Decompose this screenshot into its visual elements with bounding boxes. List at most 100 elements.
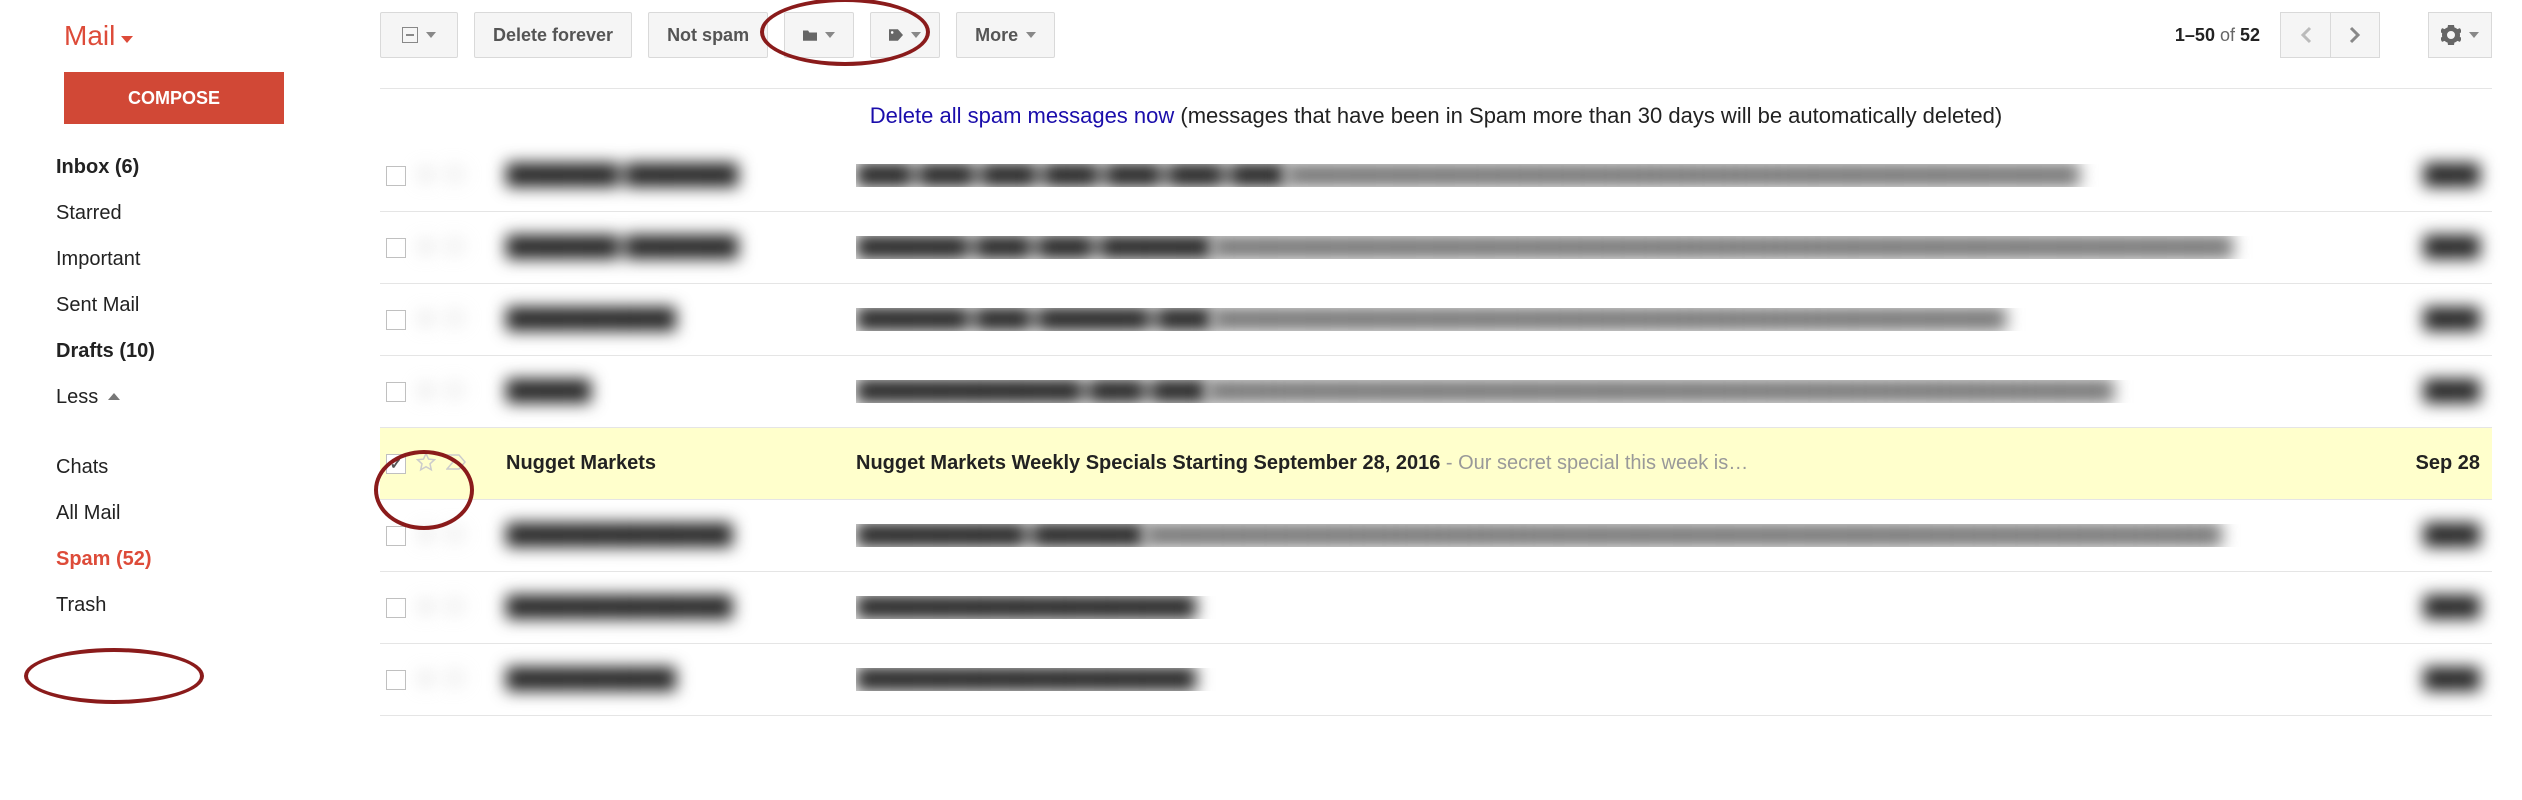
settings-button[interactable]	[2428, 12, 2492, 58]
importance-icon[interactable]	[446, 454, 466, 473]
nav-allmail[interactable]: All Mail	[0, 490, 240, 536]
nav-list: Inbox (6) Starred Important Sent Mail Dr…	[0, 144, 240, 628]
message-row[interactable]: ████████████████████████████ ███████████…	[380, 500, 2492, 572]
message-subject: ████████████████████████	[856, 596, 2370, 619]
message-sender: Nugget Markets	[506, 452, 856, 475]
message-sender: ████████████████	[506, 596, 856, 619]
more-button[interactable]: More	[956, 12, 1055, 58]
message-subject: ████████ ████ ████ █████████████████████…	[856, 236, 2370, 259]
importance-icon[interactable]	[446, 598, 466, 617]
message-date: ████	[2370, 668, 2480, 691]
nav-less-label: Less	[56, 386, 98, 408]
star-icon[interactable]	[416, 452, 436, 475]
row-checkbox[interactable]	[386, 526, 406, 546]
page-of: of	[2215, 25, 2240, 45]
caret-down-icon	[1026, 32, 1036, 38]
caret-down-icon	[121, 36, 133, 43]
nav-drafts[interactable]: Drafts (10)	[0, 328, 240, 374]
star-icon[interactable]	[416, 668, 436, 691]
sidebar: Mail COMPOSE Inbox (6) Starred Important…	[0, 0, 240, 628]
row-checkbox[interactable]	[386, 238, 406, 258]
compose-button[interactable]: COMPOSE	[64, 72, 284, 124]
message-row[interactable]: ████████████████████ ████ ████████ █████…	[380, 284, 2492, 356]
nav-inbox[interactable]: Inbox (6)	[0, 144, 240, 190]
caret-down-icon	[2469, 32, 2479, 38]
banner-text: (messages that have been in Spam more th…	[1174, 103, 2002, 128]
message-sender: ████████████	[506, 668, 856, 691]
message-list: ████████ ████████ ████ ████ ████ ████ ███…	[380, 140, 2492, 716]
importance-icon[interactable]	[446, 670, 466, 689]
move-to-button[interactable]	[784, 12, 854, 58]
message-date: ████	[2370, 164, 2480, 187]
message-row[interactable]: ████████████████████████████████████████…	[380, 572, 2492, 644]
pagination: 1–50 of 52	[2175, 12, 2492, 58]
message-row[interactable]: ████████ ████████████ ████ ████ ████ ███…	[380, 140, 2492, 212]
star-icon[interactable]	[416, 596, 436, 619]
importance-icon[interactable]	[446, 310, 466, 329]
message-row[interactable]: Nugget MarketsNugget Markets Weekly Spec…	[380, 428, 2492, 500]
page-count: 1–50 of 52	[2175, 25, 2260, 46]
annotation-oval	[24, 648, 204, 704]
page-range: 1–50	[2175, 25, 2215, 45]
prev-page-button[interactable]	[2280, 12, 2330, 58]
message-sender: ████████ ████████	[506, 236, 856, 259]
more-label: More	[975, 25, 1018, 46]
nav-less[interactable]: Less	[0, 374, 240, 420]
message-sender: ██████	[506, 380, 856, 403]
star-icon[interactable]	[416, 524, 436, 547]
message-date: ████	[2370, 380, 2480, 403]
select-indeterminate-icon	[402, 27, 418, 43]
message-subject: ████████ ████ ████████ █████████████████…	[856, 308, 2370, 331]
message-row[interactable]: ██████████████████████ ████ ████████████…	[380, 356, 2492, 428]
message-sender: ████████████████	[506, 524, 856, 547]
gear-icon	[2441, 25, 2461, 45]
spam-banner: Delete all spam messages now (messages t…	[380, 88, 2492, 129]
star-icon[interactable]	[416, 380, 436, 403]
next-page-button[interactable]	[2330, 12, 2380, 58]
page-total: 52	[2240, 25, 2260, 45]
star-icon[interactable]	[416, 164, 436, 187]
chevron-right-icon	[2349, 26, 2361, 44]
toolbar: Delete forever Not spam More 1–50 of 52	[380, 12, 2492, 58]
row-checkbox[interactable]	[386, 598, 406, 618]
nav-chats[interactable]: Chats	[0, 444, 240, 490]
nav-sent[interactable]: Sent Mail	[0, 282, 240, 328]
message-row[interactable]: ████████████████████████████████████████	[380, 644, 2492, 716]
labels-button[interactable]	[870, 12, 940, 58]
delete-all-spam-link[interactable]: Delete all spam messages now	[870, 103, 1174, 128]
message-subject: ████████████ ███████████████████████████…	[856, 524, 2370, 547]
message-subject: ████████████████████████	[856, 668, 2370, 691]
importance-icon[interactable]	[446, 238, 466, 257]
not-spam-button[interactable]: Not spam	[648, 12, 768, 58]
importance-icon[interactable]	[446, 382, 466, 401]
select-dropdown[interactable]	[380, 12, 458, 58]
delete-forever-button[interactable]: Delete forever	[474, 12, 632, 58]
nav-important[interactable]: Important	[0, 236, 240, 282]
mail-switcher[interactable]: Mail	[0, 20, 240, 72]
message-date: ████	[2370, 308, 2480, 331]
row-checkbox[interactable]	[386, 670, 406, 690]
app-label: Mail	[64, 20, 115, 52]
row-checkbox[interactable]	[386, 382, 406, 402]
nav-gap	[0, 420, 240, 444]
importance-icon[interactable]	[446, 526, 466, 545]
message-sender: ████████████	[506, 308, 856, 331]
caret-up-icon	[108, 393, 120, 400]
tag-icon	[889, 26, 903, 44]
nav-spam[interactable]: Spam (52)	[0, 536, 240, 582]
row-checkbox[interactable]	[386, 166, 406, 186]
message-date: Sep 28	[2370, 452, 2480, 475]
row-checkbox[interactable]	[386, 310, 406, 330]
nav-starred[interactable]: Starred	[0, 190, 240, 236]
message-subject: ████████████████ ████ ██████████████████…	[856, 380, 2370, 403]
caret-down-icon	[911, 32, 921, 38]
row-checkbox[interactable]	[386, 454, 406, 474]
message-sender: ████████ ████████	[506, 164, 856, 187]
message-subject: Nugget Markets Weekly Specials Starting …	[856, 452, 2370, 475]
folder-icon	[803, 26, 817, 44]
message-row[interactable]: ████████ ████████████████ ████ ████ ████…	[380, 212, 2492, 284]
star-icon[interactable]	[416, 308, 436, 331]
star-icon[interactable]	[416, 236, 436, 259]
importance-icon[interactable]	[446, 166, 466, 185]
nav-trash[interactable]: Trash	[0, 582, 240, 628]
